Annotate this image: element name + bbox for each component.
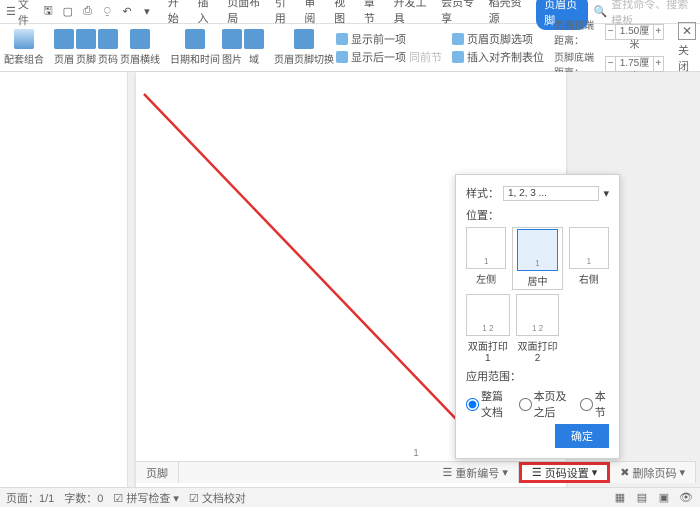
scope-after[interactable]: 本页及之后 [519,388,574,420]
thumb-center[interactable]: 1居中 [512,227,562,290]
datetime-icon [185,29,205,49]
scope-radios: 整篇文档 本页及之后 本节 [466,388,609,420]
position-thumbs-row2: 1 2双面打印1 1 2双面打印2 [466,294,609,364]
thumb-duplex2[interactable]: 1 2双面打印2 [516,294,560,364]
header-distance-value: 1.50厘米 [616,24,652,40]
field-icon [244,29,264,49]
inserttab-button[interactable]: 插入对齐制表位 [452,49,544,65]
pagenum-button[interactable]: 页码 [98,29,118,66]
chevron-down-icon[interactable]: ▾ [603,187,609,200]
eye-icon[interactable]: 👁 [678,490,694,506]
options-group: 页眉页脚选项 插入对齐制表位 [452,31,544,65]
redo-icon[interactable]: ▾ [140,4,154,20]
show-group: 显示前一项 显示后一项 同前节 [336,31,442,65]
delete-icon: ✖ [620,466,629,479]
delete-pagenum-button[interactable]: ✖删除页码 ▾ [610,462,696,483]
new-icon[interactable]: ▢ [61,4,75,20]
pagenum-settings-button[interactable]: ☰页码设置 ▾ [519,462,610,483]
combo-button[interactable]: 配套组合 [4,29,44,66]
scope-whole[interactable]: 整篇文档 [466,388,513,420]
picture-icon [222,29,242,49]
hfoptions-button[interactable]: 页眉页脚选项 [452,31,544,47]
position-label: 位置： [466,207,609,223]
view-mode-3-icon[interactable]: ▣ [656,490,672,506]
undo-icon[interactable]: ↶ [120,4,134,20]
hfline-button[interactable]: 页眉横线 [120,29,160,66]
ribbon: 配套组合 页眉 页脚 页码 页眉横线 日期和时间 图片 域 页眉页脚切换 显示前… [0,24,700,72]
scope-section[interactable]: 本节 [580,388,609,420]
datetime-button[interactable]: 日期和时间 [170,29,220,66]
dec-button[interactable]: − [605,24,616,40]
shownext-button[interactable]: 显示后一项 同前节 [336,49,442,65]
footer-button[interactable]: 页脚 [76,29,96,66]
status-bar: 页面：1/1 字数：0 ☑ 拼写检查 ▾ ☑ 文档校对 ▦ ▤ ▣ 👁 [0,487,700,507]
switch-icon [294,29,314,49]
close-hf-button[interactable]: ✕ 关闭 [678,22,696,74]
header-button[interactable]: 页眉 [54,29,74,66]
style-label: 样式： [466,185,499,201]
footer-icon [76,29,96,49]
picture-button[interactable]: 图片 [222,29,242,66]
scope-label: 应用范围： [466,368,609,384]
shownext-icon [336,51,348,63]
side-panel [0,72,128,487]
dec-button[interactable]: − [605,56,616,72]
header-icon [54,29,74,49]
view-mode-2-icon[interactable]: ▤ [634,490,650,506]
page-number-display: 1 [413,448,419,459]
proofread-toggle[interactable]: ☑ 文档校对 [189,490,246,506]
ok-button[interactable]: 确定 [555,424,609,448]
inc-button[interactable]: + [653,24,664,40]
showprev-button[interactable]: 显示前一项 [336,31,442,47]
hfoptions-icon [452,33,464,45]
footer-tab[interactable]: 页脚 [136,462,179,483]
renumber-button[interactable]: ☰重新编号 ▾ [432,462,518,483]
renumber-icon: ☰ [442,466,452,479]
footer-toolbar: 1 页脚 ☰重新编号 ▾ ☰页码设置 ▾ ✖删除页码 ▾ [136,461,696,483]
print-icon[interactable]: ⎙ [81,4,95,20]
preview-icon[interactable]: ⍜ [100,4,114,20]
field-button[interactable]: 域 [244,29,264,66]
spellcheck-toggle[interactable]: ☑ 拼写检查 ▾ [113,490,179,506]
distance-group: 页眉顶端距离： − 1.50厘米 + 页脚底端距离： − 1.75厘米 + [554,17,664,79]
pagenum-popup: 样式： 1, 2, 3 ... ▾ 位置： 1左侧 1居中 1右侧 1 2双面打… [455,174,620,459]
thumb-duplex1[interactable]: 1 2双面打印1 [466,294,510,364]
close-icon: ✕ [678,22,696,40]
settings-icon: ☰ [532,466,542,479]
style-select[interactable]: 1, 2, 3 ... [503,186,599,201]
footer-distance-value: 1.75厘米 [616,56,652,72]
inc-button[interactable]: + [653,56,664,72]
view-mode-1-icon[interactable]: ▦ [612,490,628,506]
hfline-icon [130,29,150,49]
save-icon[interactable]: 🖫 [41,4,55,20]
position-thumbs-row1: 1左侧 1居中 1右侧 [466,227,609,290]
combo-icon [14,29,34,49]
switch-button[interactable]: 页眉页脚切换 [274,29,334,66]
page-status: 页面：1/1 [6,490,54,506]
pagenum-icon [98,29,118,49]
inserttab-icon [452,51,464,63]
showprev-icon [336,33,348,45]
header-distance-stepper[interactable]: 页眉顶端距离： − 1.50厘米 + [554,17,664,47]
word-count: 字数：0 [64,490,103,506]
thumb-left[interactable]: 1左侧 [466,227,506,290]
thumb-right[interactable]: 1右侧 [569,227,609,290]
